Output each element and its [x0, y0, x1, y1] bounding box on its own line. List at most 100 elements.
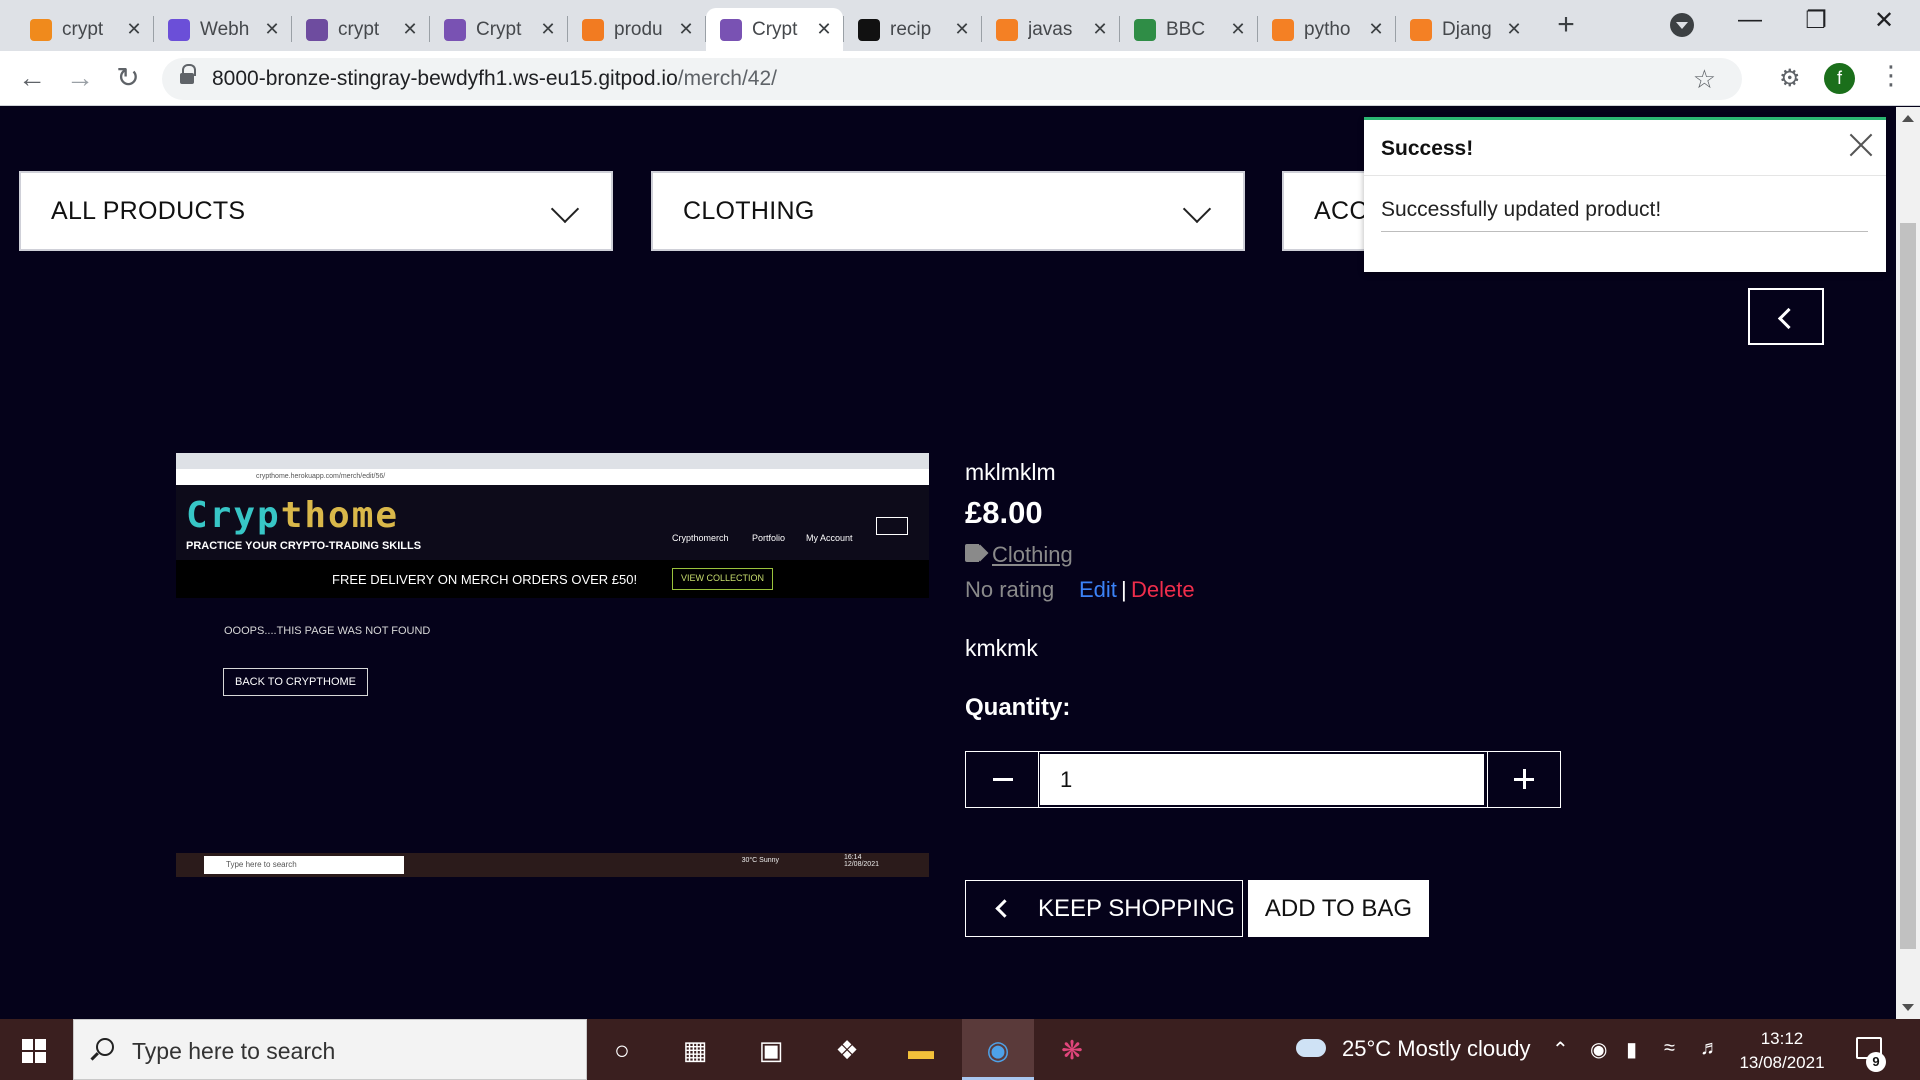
decrement-button[interactable]: [966, 752, 1039, 807]
chevron-down-icon: [1182, 194, 1212, 224]
forward-arrow-icon[interactable]: →: [62, 61, 98, 97]
close-icon[interactable]: [1848, 132, 1874, 158]
delete-link[interactable]: Delete: [1131, 577, 1195, 603]
tab-title: crypt: [338, 18, 380, 40]
profile-avatar[interactable]: f: [1824, 63, 1855, 94]
restore-icon[interactable]: ❐: [1796, 6, 1836, 38]
image-banner-text: FREE DELIVERY ON MERCH ORDERS OVER £50!: [332, 572, 638, 587]
cortana-icon[interactable]: ○: [601, 1029, 643, 1071]
image-nav-merch: Crypthomerch: [672, 533, 729, 543]
dropdown-clothing[interactable]: CLOTHING: [651, 171, 1245, 251]
stackoverflow-icon: [1410, 18, 1432, 41]
dropbox-icon[interactable]: ❖: [826, 1029, 868, 1071]
url-path: /merch/42/: [677, 67, 777, 90]
increment-button[interactable]: [1487, 752, 1560, 807]
taskbar-clock[interactable]: 13:12 13/08/2021: [1737, 1027, 1827, 1075]
file-explorer-icon[interactable]: ▬: [900, 1029, 942, 1071]
success-toast: Success! Successfully updated product!: [1364, 117, 1886, 272]
image-taskbar-search: Type here to search: [204, 856, 404, 874]
close-tab-icon[interactable]: ✕: [1367, 19, 1385, 40]
page-scrollbar[interactable]: [1896, 107, 1920, 1019]
product-image: crypthome.herokuapp.com/merch/edit/56/ C…: [176, 453, 929, 877]
edit-link[interactable]: Edit: [1079, 577, 1117, 603]
url-text[interactable]: 8000-bronze-stingray-bewdyfh1.ws-eu15.gi…: [212, 67, 777, 91]
bootstrap-icon: [444, 18, 466, 41]
image-not-found-text: OOOPS....THIS PAGE WAS NOT FOUND: [224, 625, 431, 637]
tray-chevron-up-icon[interactable]: ⌃: [1552, 1037, 1569, 1062]
close-tab-icon[interactable]: ✕: [953, 19, 971, 40]
product-description: kmkmk: [965, 635, 1038, 661]
browser-tab[interactable]: recip ✕: [844, 8, 981, 51]
close-tab-icon[interactable]: ✕: [1505, 19, 1523, 40]
browser-tab[interactable]: Crypt ✕: [706, 8, 843, 51]
lock-icon[interactable]: [180, 64, 196, 86]
tab-search-icon[interactable]: [1670, 13, 1694, 37]
taskbar-search-box[interactable]: Type here to search: [73, 1019, 587, 1080]
reload-icon[interactable]: ↻: [110, 61, 146, 97]
new-tab-button[interactable]: +: [1550, 10, 1582, 42]
product-category-link[interactable]: Clothing: [992, 542, 1073, 568]
battery-icon[interactable]: ▮: [1626, 1037, 1637, 1062]
browser-tab[interactable]: produ ✕: [568, 8, 705, 51]
close-tab-icon[interactable]: ✕: [815, 19, 833, 40]
windows-start-icon[interactable]: [22, 1039, 46, 1063]
browser-tab[interactable]: BBC ✕: [1120, 8, 1257, 51]
wifi-icon[interactable]: ≈: [1664, 1037, 1675, 1060]
quantity-input[interactable]: [1040, 754, 1484, 805]
close-tab-icon[interactable]: ✕: [263, 19, 281, 40]
image-taskbar: Type here to search 30°C Sunny 16:14 12/…: [176, 853, 929, 877]
minimize-icon[interactable]: —: [1730, 6, 1770, 38]
tab-title: recip: [890, 18, 932, 40]
add-to-bag-button[interactable]: ADD TO BAG: [1248, 880, 1429, 937]
back-button[interactable]: [1748, 288, 1824, 345]
s-logo-icon: [168, 18, 190, 41]
store-icon[interactable]: ▣: [750, 1029, 792, 1071]
dropdown-all-products[interactable]: ALL PRODUCTS: [19, 171, 613, 251]
product-price: £8.00: [965, 495, 1043, 530]
tab-title: Crypt: [476, 18, 522, 40]
close-tab-icon[interactable]: ✕: [1091, 19, 1109, 40]
close-tab-icon[interactable]: ✕: [401, 19, 419, 40]
add-to-bag-label: ADD TO BAG: [1264, 894, 1413, 922]
image-site-header: Crypthome PRACTICE YOUR CRYPTO-TRADING S…: [176, 485, 929, 560]
scroll-up-arrow-icon[interactable]: [1902, 115, 1914, 122]
chrome-icon[interactable]: ◉: [977, 1029, 1019, 1071]
close-tab-icon[interactable]: ✕: [1229, 19, 1247, 40]
back-arrow-icon[interactable]: ←: [14, 61, 50, 97]
scroll-thumb[interactable]: [1900, 223, 1916, 949]
quantity-label: Quantity:: [965, 694, 1071, 721]
dropdown-label: ACC: [1314, 196, 1368, 225]
bookmark-star-icon[interactable]: ☆: [1693, 64, 1716, 95]
task-view-icon[interactable]: ▦: [674, 1029, 716, 1071]
close-tab-icon[interactable]: ✕: [125, 19, 143, 40]
volume-icon[interactable]: ♬: [1700, 1037, 1720, 1060]
taskbar-time: 13:12: [1760, 1029, 1804, 1048]
close-tab-icon[interactable]: ✕: [677, 19, 695, 40]
browser-tab[interactable]: crypt ✕: [16, 8, 153, 51]
extensions-puzzle-icon[interactable]: ⚙: [1779, 64, 1801, 93]
taskbar-weather[interactable]: 25°C Mostly cloudy: [1342, 1036, 1531, 1062]
meet-now-icon[interactable]: ◉: [1590, 1037, 1607, 1062]
browser-tab[interactable]: Webh ✕: [154, 8, 291, 51]
close-tab-icon[interactable]: ✕: [539, 19, 557, 40]
slack-icon[interactable]: ❋: [1051, 1029, 1093, 1071]
product-name: mklmklm: [965, 459, 1056, 485]
browser-tab[interactable]: Crypt ✕: [430, 8, 567, 51]
keep-shopping-label: KEEP SHOPPING: [1038, 894, 1235, 922]
browser-tab[interactable]: javas ✕: [982, 8, 1119, 51]
address-bar[interactable]: 8000-bronze-stingray-bewdyfh1.ws-eu15.gi…: [162, 58, 1742, 100]
image-tagline: PRACTICE YOUR CRYPTO-TRADING SKILLS: [186, 540, 422, 552]
gf-logo-icon: [1134, 18, 1156, 41]
tab-title: crypt: [62, 18, 104, 40]
keep-shopping-button[interactable]: KEEP SHOPPING: [965, 880, 1243, 937]
close-window-icon[interactable]: ✕: [1864, 6, 1904, 38]
cloud-icon: [1296, 1039, 1326, 1057]
scroll-down-arrow-icon[interactable]: [1902, 1004, 1914, 1011]
browser-tab[interactable]: pytho ✕: [1258, 8, 1395, 51]
image-banner-button: VIEW COLLECTION: [672, 568, 773, 590]
browser-tab-strip: crypt ✕ Webh ✕ crypt ✕ Crypt ✕ produ ✕ Crypt ✕ recip…: [0, 0, 1920, 51]
image-back-button: BACK TO CRYPTHOME: [223, 668, 368, 696]
browser-tab[interactable]: Djang ✕: [1396, 8, 1533, 51]
browser-tab[interactable]: crypt ✕: [292, 8, 429, 51]
chrome-menu-icon[interactable]: ⋮: [1878, 60, 1904, 91]
